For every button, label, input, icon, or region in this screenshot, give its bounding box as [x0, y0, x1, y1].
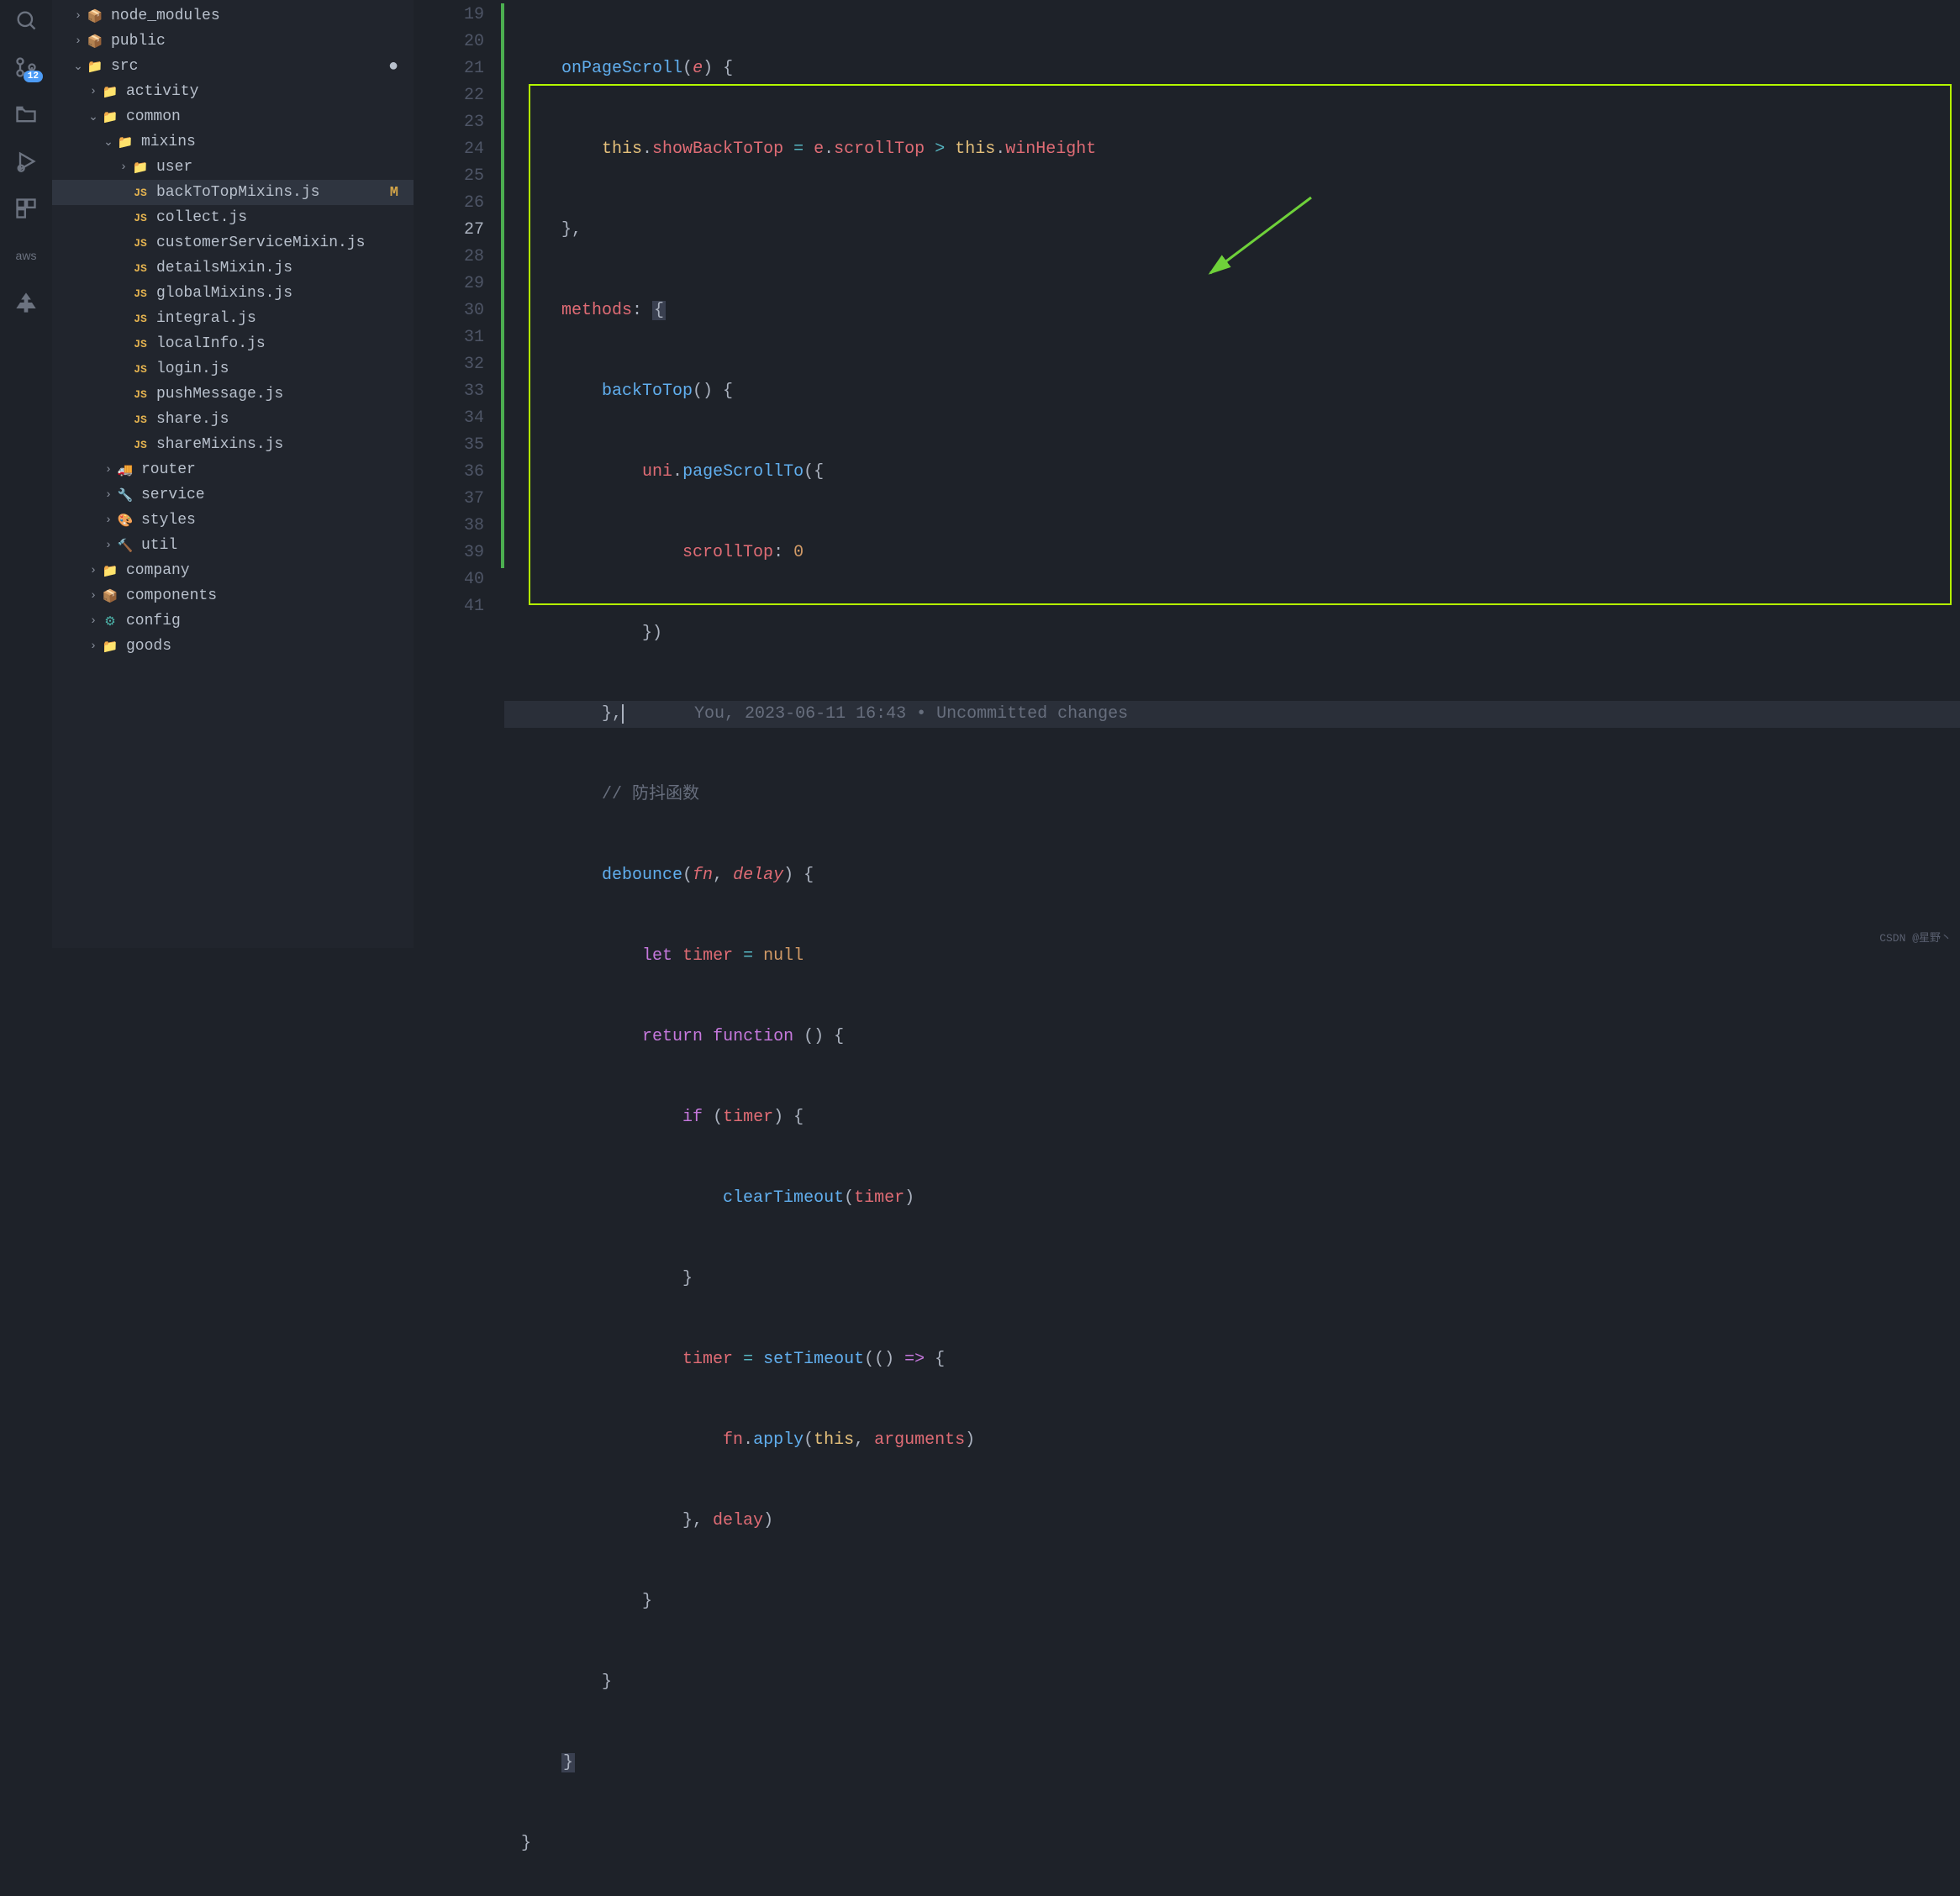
tree-label: src: [111, 58, 138, 75]
tree-label: util: [141, 537, 177, 554]
tree-label: node_modules: [111, 8, 220, 24]
js-file-icon: JS: [131, 413, 150, 426]
tree-item[interactable]: ›🚚router: [52, 457, 414, 482]
tree-label: globalMixins.js: [156, 285, 292, 302]
tree-label: customerServiceMixin.js: [156, 234, 365, 251]
js-file-icon: JS: [131, 212, 150, 224]
tree-item[interactable]: ⌄📁src●: [52, 54, 414, 79]
tree-item[interactable]: ›⚙config: [52, 608, 414, 634]
tree-item[interactable]: ⌄📁common: [52, 104, 414, 129]
js-file-icon: JS: [131, 187, 150, 199]
aws-icon[interactable]: aws: [14, 244, 38, 267]
js-file-icon: JS: [131, 388, 150, 401]
tree-label: mixins: [141, 134, 196, 150]
tree-label: styles: [141, 512, 196, 529]
js-file-icon: JS: [131, 237, 150, 250]
folder-icon: 🔨: [116, 538, 134, 554]
tree-item[interactable]: ›📁activity: [52, 79, 414, 104]
folder-icon: 📦: [86, 8, 104, 24]
tree-item[interactable]: JS localInfo.js: [52, 331, 414, 356]
scm-badge: 12: [24, 71, 43, 82]
tree-label: public: [111, 33, 166, 50]
tree-item[interactable]: JS shareMixins.js: [52, 432, 414, 457]
tree-item[interactable]: ›🔧service: [52, 482, 414, 508]
extensions-icon[interactable]: [14, 197, 38, 220]
line-gutter: 1920212223242526272829303132333435363738…: [414, 0, 501, 948]
tree-label: backToTopMixins.js: [156, 184, 319, 201]
tree-item[interactable]: JS integral.js: [52, 306, 414, 331]
folder-icon: 📁: [101, 639, 119, 655]
tree-item[interactable]: ›📁company: [52, 558, 414, 583]
code-content[interactable]: onPageScroll(e) { this.showBackToTop = e…: [504, 0, 1960, 948]
search-icon[interactable]: [14, 8, 38, 32]
folder-icon: 📦: [101, 588, 119, 604]
tree-item[interactable]: ›🎨styles: [52, 508, 414, 533]
tree-label: components: [126, 587, 217, 604]
tree-label: router: [141, 461, 196, 478]
tree-label: shareMixins.js: [156, 436, 283, 453]
tree-label: share.js: [156, 411, 229, 428]
folder-icon: 📁: [86, 59, 104, 75]
tree-label: config: [126, 613, 181, 629]
tree-item[interactable]: ⌄📁mixins: [52, 129, 414, 155]
tree-label: localInfo.js: [156, 335, 266, 352]
js-file-icon: JS: [131, 313, 150, 325]
git-modified-badge: M: [390, 185, 398, 201]
tree-item[interactable]: JS customerServiceMixin.js: [52, 230, 414, 255]
tree-item[interactable]: JS backToTopMixins.js M: [52, 180, 414, 205]
tree-label: activity: [126, 83, 198, 100]
tree-item[interactable]: JS login.js: [52, 356, 414, 382]
tree-item[interactable]: ›📁user: [52, 155, 414, 180]
folder-icon: 📁: [101, 84, 119, 100]
tree-label: service: [141, 487, 205, 503]
folder-icon: 🚚: [116, 462, 134, 478]
folder-icon: 📁: [116, 134, 134, 150]
tree-item[interactable]: JS detailsMixin.js: [52, 255, 414, 281]
folder-icon: 📁: [131, 160, 150, 176]
tree-item[interactable]: ›📦components: [52, 583, 414, 608]
source-control-icon[interactable]: 12: [14, 55, 38, 79]
tree-item[interactable]: ›📦node_modules: [52, 3, 414, 29]
folder-icon: ⚙: [101, 614, 119, 629]
modified-indicator: ●: [388, 57, 398, 76]
js-file-icon: JS: [131, 439, 150, 451]
code-editor[interactable]: 1920212223242526272829303132333435363738…: [414, 0, 1960, 948]
tree-label: login.js: [156, 361, 229, 377]
tree-label: collect.js: [156, 209, 247, 226]
file-explorer[interactable]: ›📦node_modules›📦public⌄📁src●›📁activity⌄📁…: [52, 0, 414, 948]
tree-item[interactable]: ›🔨util: [52, 533, 414, 558]
watermark: CSDN @星野丶: [1879, 929, 1952, 945]
folder-icon: 📁: [101, 563, 119, 579]
folder-icon: 🔧: [116, 487, 134, 503]
tree-label: integral.js: [156, 310, 256, 327]
js-file-icon: JS: [131, 338, 150, 350]
tree-label: detailsMixin.js: [156, 260, 292, 276]
tree-label: pushMessage.js: [156, 386, 283, 403]
tree-item[interactable]: ›📦public: [52, 29, 414, 54]
explorer-icon[interactable]: [14, 103, 38, 126]
tree-item[interactable]: JS share.js: [52, 407, 414, 432]
tree-icon[interactable]: [14, 291, 38, 314]
tree-label: common: [126, 108, 181, 125]
js-file-icon: JS: [131, 363, 150, 376]
tree-item[interactable]: JS globalMixins.js: [52, 281, 414, 306]
tree-label: goods: [126, 638, 171, 655]
folder-icon: 📁: [101, 109, 119, 125]
folder-icon: 📦: [86, 34, 104, 50]
tree-item[interactable]: ›📁goods: [52, 634, 414, 659]
git-blame: You, 2023-06-11 16:43 • Uncommitted chan…: [694, 704, 1128, 724]
tree-label: user: [156, 159, 192, 176]
js-file-icon: JS: [131, 262, 150, 275]
js-file-icon: JS: [131, 287, 150, 300]
tree-item[interactable]: JS pushMessage.js: [52, 382, 414, 407]
tree-item[interactable]: JS collect.js: [52, 205, 414, 230]
folder-icon: 🎨: [116, 513, 134, 529]
tree-label: company: [126, 562, 190, 579]
debug-icon[interactable]: [14, 150, 38, 173]
activity-bar: 12 aws: [0, 0, 52, 948]
